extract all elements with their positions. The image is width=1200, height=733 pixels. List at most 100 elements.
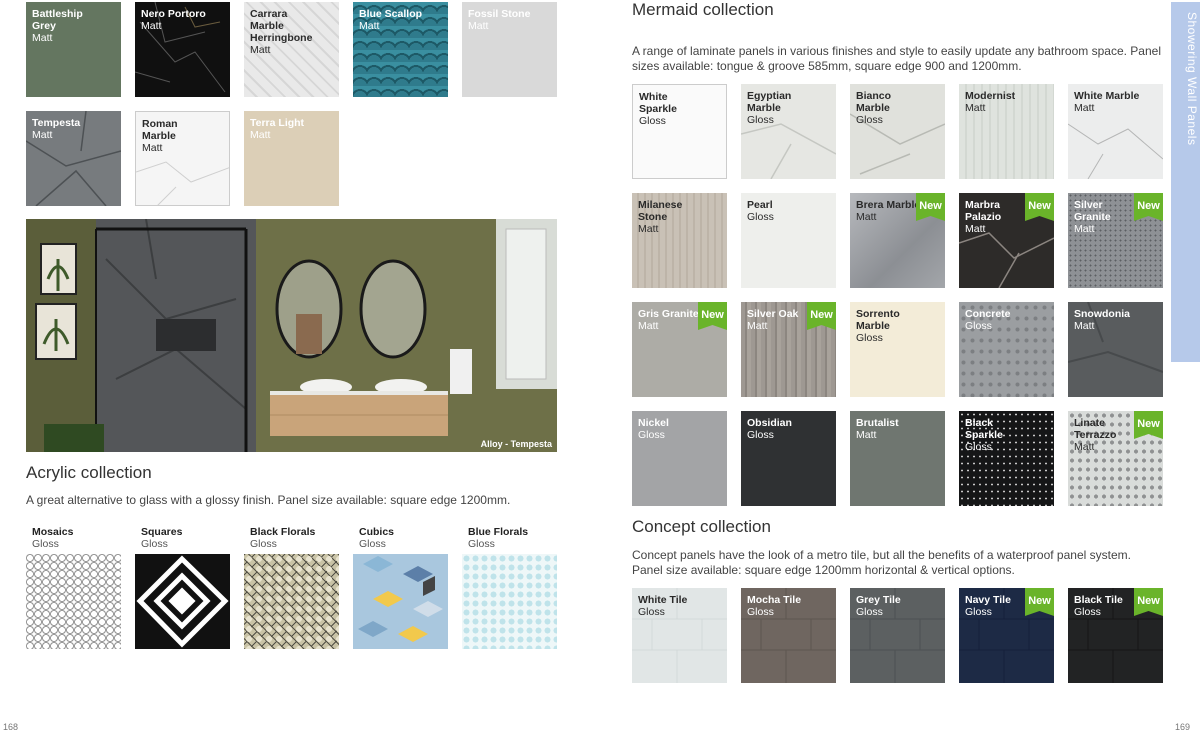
swatch-finish: Matt [638, 320, 659, 332]
swatch-finish: Matt [1074, 441, 1095, 453]
new-badge: New [807, 302, 836, 330]
swatch-silver-oak: Silver Oak Matt New [741, 302, 836, 397]
swatch-name: Blue Scallop [359, 8, 423, 20]
swatch-name: Egyptian Marble [747, 90, 792, 114]
swatch-finish: Gloss [965, 320, 992, 332]
swatch-name: Terra Light [250, 117, 305, 129]
acrylic-label: Squares Gloss [141, 526, 182, 550]
new-badge: New [1134, 411, 1163, 439]
page-number-left: 168 [3, 722, 19, 732]
swatch-finish: Gloss [1074, 606, 1101, 618]
section-side-tab-label: Showering Wall Panels [1185, 12, 1199, 146]
swatch-finish: Matt [747, 320, 768, 332]
mermaid-title: Mermaid collection [632, 0, 774, 19]
concept-description-2: Panel size available: square edge 1200mm… [632, 563, 1015, 577]
swatch-milanese-stone: Milanese Stone Matt [632, 193, 727, 288]
swatch-terra-light: Terra Light Matt [244, 111, 339, 206]
acrylic-label: Mosaics Gloss [32, 526, 73, 550]
new-badge: New [916, 193, 945, 221]
swatch-bianco-marble: Bianco Marble Gloss [850, 84, 945, 179]
swatch-finish: Gloss [856, 114, 883, 126]
swatch-name: White Marble [1074, 90, 1140, 102]
swatch-name: Silver Oak [747, 308, 799, 320]
swatch-name: Linate Terrazzo [1074, 417, 1117, 441]
swatch-finish: Gloss [639, 115, 666, 127]
swatch-name: Battleship Grey [32, 8, 83, 32]
swatch-finish: Matt [32, 129, 53, 141]
new-badge: New [698, 302, 727, 330]
swatch-name: Marbra Palazio [965, 199, 1002, 223]
swatch-finish: Matt [250, 44, 271, 56]
swatch-finish: Matt [32, 32, 53, 44]
photo-caption: Alloy - Tempesta [480, 439, 552, 449]
concept-title: Concept collection [632, 517, 771, 536]
swatch-name: Black Tile [1074, 594, 1123, 606]
swatch-finish: Matt [250, 129, 271, 141]
swatch-name: Brutalist [856, 417, 899, 429]
swatch-cubics [353, 554, 448, 649]
concept-description-1: Concept panels have the look of a metro … [632, 548, 1131, 562]
swatch-name: Brera Marble [856, 199, 921, 211]
swatch-battleship-grey: Battleship Grey Matt [26, 2, 121, 97]
swatch-name: Cubics [359, 526, 395, 538]
swatch-finish: Gloss [141, 538, 168, 550]
swatch-modernist: Modernist Matt [959, 84, 1054, 179]
swatch-finish: Gloss [747, 429, 774, 441]
swatch-finish: Matt [1074, 320, 1095, 332]
swatch-marbra-palazio: Marbra Palazio Matt New [959, 193, 1054, 288]
swatch-concrete: Concrete Gloss [959, 302, 1054, 397]
swatch-tempesta: Tempesta Matt [26, 111, 121, 206]
new-badge: New [1134, 193, 1163, 221]
swatch-brutalist: Brutalist Matt [850, 411, 945, 506]
swatch-white-marble: White Marble Matt [1068, 84, 1163, 179]
swatch-finish: Matt [638, 223, 659, 235]
acrylic-label: Blue Florals Gloss [468, 526, 528, 550]
swatch-finish: Matt [142, 142, 163, 154]
swatch-name: Silver Granite [1074, 199, 1111, 223]
swatch-linate-terrazzo: Linate Terrazzo Matt New [1068, 411, 1163, 506]
bathroom-photo: Alloy - Tempesta [26, 219, 557, 452]
swatch-nero-portoro: Nero Portoro Matt [135, 2, 230, 97]
swatch-snowdonia: Snowdonia Matt [1068, 302, 1163, 397]
swatch-fossil-stone: Fossil Stone Matt [462, 2, 557, 97]
swatch-gris-granite: Gris Granite Matt New [632, 302, 727, 397]
swatch-finish: Matt [965, 223, 986, 235]
swatch-silver-granite: Silver Granite Matt New [1068, 193, 1163, 288]
swatch-brera-marble: Brera Marble Matt New [850, 193, 945, 288]
swatch-name: Black Sparkle [965, 417, 1003, 441]
swatch-name: White Sparkle [639, 91, 677, 115]
swatch-finish: Gloss [32, 538, 59, 550]
swatch-finish: Gloss [965, 441, 992, 453]
swatch-finish: Matt [141, 20, 162, 32]
swatch-finish: Matt [965, 102, 986, 114]
swatch-finish: Matt [856, 429, 877, 441]
swatch-roman-marble: Roman Marble Matt [135, 111, 230, 206]
swatch-white-tile: White Tile Gloss [632, 588, 727, 683]
swatch-black-tile: Black Tile Gloss New [1068, 588, 1163, 683]
swatch-name: Nickel [638, 417, 669, 429]
swatch-mocha-tile: Mocha Tile Gloss [741, 588, 836, 683]
swatch-obsidian: Obsidian Gloss [741, 411, 836, 506]
swatch-name: White Tile [638, 594, 688, 606]
swatch-finish: Gloss [638, 606, 665, 618]
mermaid-description-1: A range of laminate panels in various fi… [632, 44, 1161, 58]
swatch-pearl: Pearl Gloss [741, 193, 836, 288]
swatch-finish: Matt [468, 20, 489, 32]
swatch-name: Gris Granite [638, 308, 699, 320]
swatch-finish: Gloss [468, 538, 495, 550]
swatch-black-sparkle: Black Sparkle Gloss [959, 411, 1054, 506]
swatch-name: Black Florals [250, 526, 316, 538]
swatch-name: Concrete [965, 308, 1011, 320]
swatch-name: Grey Tile [856, 594, 901, 606]
swatch-name: Fossil Stone [468, 8, 531, 20]
swatch-finish: Matt [1074, 102, 1095, 114]
swatch-finish: Gloss [747, 606, 774, 618]
swatch-mosaics [26, 554, 121, 649]
swatch-sorrento-marble: Sorrento Marble Gloss [850, 302, 945, 397]
swatch-name: Squares [141, 526, 183, 538]
swatch-finish: Gloss [359, 538, 386, 550]
swatch-blue-florals [462, 554, 557, 649]
swatch-navy-tile: Navy Tile Gloss New [959, 588, 1054, 683]
swatch-finish: Gloss [250, 538, 277, 550]
swatch-finish: Matt [359, 20, 380, 32]
